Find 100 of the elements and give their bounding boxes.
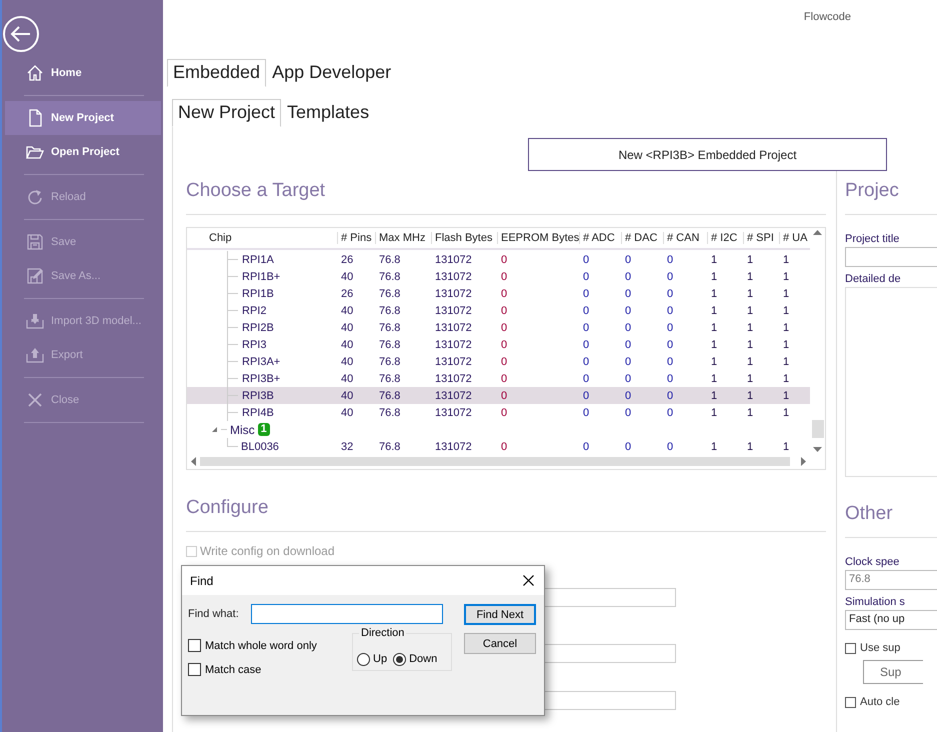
table-cell-text: 1: [746, 322, 754, 334]
tab[interactable]: Templates: [281, 99, 376, 127]
table-cell-text: 1: [746, 356, 754, 368]
table-cell-text: 0: [666, 304, 674, 316]
table-cell-text: 0: [582, 288, 590, 300]
group-name[interactable]: Misc: [230, 422, 255, 436]
table-cell-text: 1: [746, 406, 754, 418]
count-badge: 1: [258, 423, 270, 436]
tree-row[interactable]: RPI1B 26 76.8 131072 0 0 0 0 1 1 1: [187, 285, 810, 302]
dialog-button[interactable]: Find Next: [464, 604, 536, 625]
column-header[interactable]: # ADC: [579, 232, 621, 244]
table-cell-text: 1: [710, 270, 718, 282]
scroll-up-icon[interactable]: [813, 230, 822, 235]
create-project-button[interactable]: New <RPI3B> Embedded Project: [528, 138, 887, 171]
tree-row[interactable]: RPI2 40 76.8 131072 0 0 0 0 1 1 1: [187, 302, 810, 319]
checkbox[interactable]: [188, 639, 201, 652]
scroll-down-icon[interactable]: [813, 447, 822, 452]
table-cell-text: 1: [710, 288, 718, 300]
tree-row[interactable]: RPI3A+ 40 76.8 131072 0 0 0 0 1 1 1: [187, 353, 810, 370]
table-cell-text: 131072: [434, 322, 473, 334]
table-cell-text: 0: [624, 356, 632, 368]
tab[interactable]: New Project: [172, 99, 282, 127]
column-header[interactable]: # SPI: [743, 232, 779, 244]
table-cell-text: 1: [746, 270, 754, 282]
table-cell-text: 0: [624, 338, 632, 350]
input-field[interactable]: 76.8: [845, 570, 937, 590]
table-cell-text: 0: [666, 390, 674, 402]
tree-row[interactable]: RPI2B 40 76.8 131072 0 0 0 0 1 1 1: [187, 319, 810, 336]
column-header[interactable]: Flash Bytes: [431, 232, 497, 244]
checkbox[interactable]: [845, 696, 856, 708]
section-heading: Choose a Target: [186, 180, 326, 203]
checkbox[interactable]: [188, 663, 201, 676]
group-label: Direction: [359, 627, 406, 639]
table-cell-text: 1: [782, 322, 790, 334]
table-cell-text: 0: [666, 338, 674, 350]
chip-name: RPI1B+: [242, 270, 280, 282]
dropdown[interactable]: Fast (no up: [845, 610, 937, 630]
column-header[interactable]: # CAN: [663, 232, 707, 244]
tab[interactable]: App Developer: [266, 59, 398, 87]
close-icon[interactable]: [523, 575, 534, 586]
table-cell-text: 0: [666, 440, 674, 452]
column-header[interactable]: Chip: [187, 232, 337, 244]
table-cell-text: 0: [666, 322, 674, 334]
table-cell-text: 40: [340, 304, 354, 316]
table-cell-text: 1: [782, 390, 790, 402]
tree-row[interactable]: RPI4B 40 76.8 131072 0 0 0 0 1 1 1: [187, 404, 810, 421]
input-field[interactable]: [845, 247, 937, 267]
tree-row[interactable]: BL0036 32 76.8 131072 0 0 0 0 1 1 1: [187, 438, 810, 454]
tree-row[interactable]: RPI3 40 76.8 131072 0 0 0 0 1 1 1: [187, 336, 810, 353]
section-heading: Other: [845, 503, 894, 526]
column-header[interactable]: # I2C: [707, 232, 743, 244]
input-field[interactable]: [250, 604, 443, 624]
table-cell-text: 1: [710, 254, 718, 266]
table-cell-text: 1: [746, 288, 754, 300]
field-label: Project title: [845, 233, 900, 245]
tab[interactable]: Embedded: [167, 59, 266, 87]
scroll-thumb[interactable]: [200, 457, 790, 466]
column-header[interactable]: # Pins: [337, 232, 375, 244]
chip-name: RPI2: [242, 304, 266, 316]
sidebar-item[interactable]: Home: [5, 56, 161, 90]
table-cell-text: 131072: [434, 372, 473, 384]
table-cell-text: 1: [710, 356, 718, 368]
table-cell-text: 76.8: [378, 338, 402, 350]
checkbox[interactable]: [845, 642, 856, 654]
radio-label: Down: [409, 653, 438, 665]
radio-button[interactable]: [357, 652, 370, 666]
column-header[interactable]: EEPROM Bytes: [497, 232, 579, 244]
table-cell-text: 0: [582, 390, 590, 402]
section-heading: Configure: [186, 497, 270, 520]
dialog-button[interactable]: Cancel: [464, 633, 536, 654]
app-title: Flowcode: [804, 11, 851, 23]
table-cell-text: 1: [782, 288, 790, 300]
table-cell-text: 76.8: [378, 406, 402, 418]
sidebar-item[interactable]: Open Project: [5, 135, 161, 169]
sidebar-item[interactable]: New Project: [5, 101, 161, 135]
button[interactable]: Sup: [863, 660, 923, 684]
dialog-title: Find: [190, 574, 214, 588]
table-cell-text: 0: [500, 440, 508, 452]
scroll-thumb[interactable]: [812, 420, 824, 438]
column-header[interactable]: Max MHz: [375, 232, 431, 244]
tree-row[interactable]: RPI1A 26 76.8 131072 0 0 0 0 1 1 1: [187, 251, 810, 268]
column-header[interactable]: # DAC: [621, 232, 663, 244]
field-label: Simulation s: [845, 596, 906, 608]
table-cell-text: 40: [340, 390, 354, 402]
close-icon: [26, 391, 44, 409]
table-cell-text: 0: [500, 338, 508, 350]
field-label: Detailed de: [845, 273, 902, 285]
chip-name: RPI3A+: [242, 356, 280, 368]
table-cell-text: 0: [582, 338, 590, 350]
radio-button[interactable]: [393, 652, 406, 666]
radio-label: Up: [373, 653, 388, 665]
scroll-right-icon[interactable]: [801, 457, 806, 466]
scroll-left-icon[interactable]: [191, 457, 196, 466]
chip-name: RPI2B: [242, 322, 274, 334]
table-cell-text: 131072: [434, 390, 473, 402]
tree-row[interactable]: RPI1B+ 40 76.8 131072 0 0 0 0 1 1 1: [187, 268, 810, 285]
expander-icon[interactable]: [211, 426, 218, 433]
table-cell-text: 131072: [434, 356, 473, 368]
tree-row[interactable]: RPI3B 40 76.8 131072 0 0 0 0 1 1 1: [187, 387, 810, 404]
table-cell-text: 1: [746, 338, 754, 350]
